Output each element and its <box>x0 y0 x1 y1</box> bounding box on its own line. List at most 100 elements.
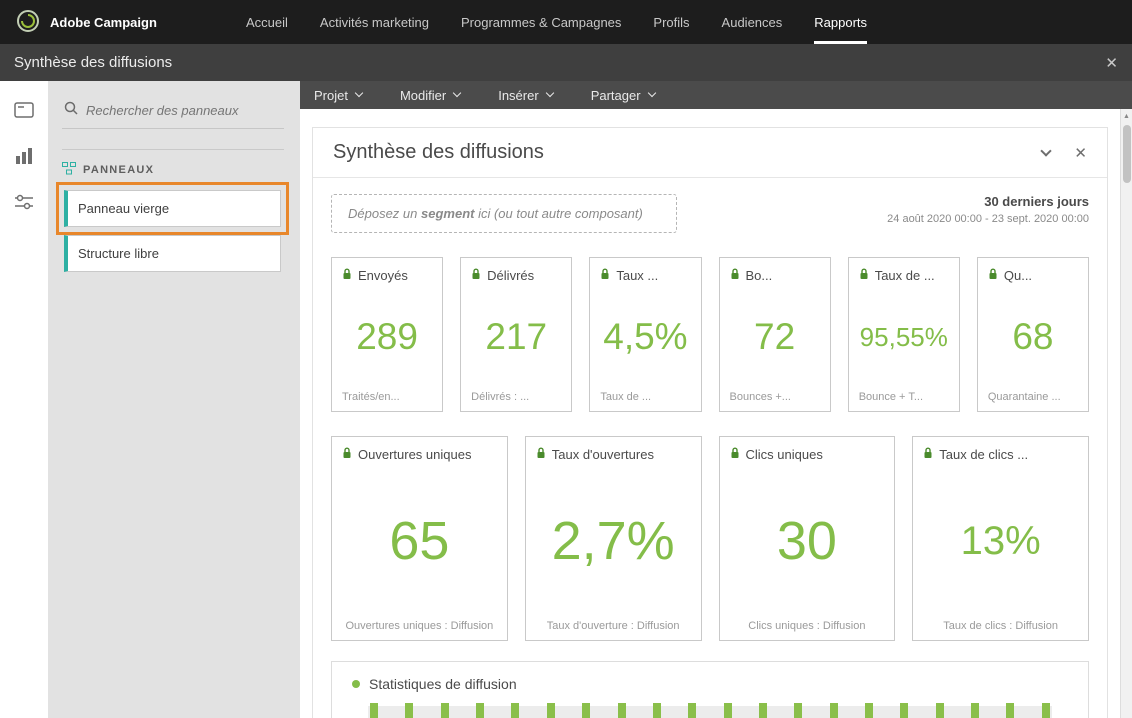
kpi-subtitle: Traités/en... <box>342 391 400 403</box>
adobe-campaign-logo-icon <box>16 9 40 36</box>
kpi-card[interactable]: Envoyés 289 Traités/en... <box>331 257 444 412</box>
search-panels-input[interactable] <box>86 103 271 118</box>
search-box <box>62 93 284 129</box>
period-selector[interactable]: 30 derniers jours 24 août 2020 00:00 - 2… <box>887 194 1089 225</box>
vertical-scrollbar[interactable]: ▲ <box>1120 109 1132 718</box>
lock-icon <box>730 268 740 283</box>
kpi-card[interactable]: Ouvertures uniques 65 Ouvertures uniques… <box>331 436 508 641</box>
kpi-value: 68 <box>1012 316 1054 357</box>
close-panel-icon[interactable]: ✕ <box>1074 144 1087 162</box>
chart-bar <box>440 703 449 718</box>
sidebar-item-label: Panneau vierge <box>78 201 170 216</box>
report-header-bar: Synthèse des diffusions ✕ <box>0 44 1132 81</box>
sidebar-item-panneau-vierge[interactable]: Panneau vierge <box>56 182 289 235</box>
kpi-card[interactable]: Taux de ... 95,55% Bounce + T... <box>847 257 960 412</box>
nav-item-audiences[interactable]: Audiences <box>722 0 783 44</box>
chevron-down-icon <box>545 88 554 98</box>
legend-dot-icon <box>352 680 360 688</box>
close-report-icon[interactable]: ✕ <box>1105 54 1118 72</box>
chart-bar <box>829 703 838 718</box>
brand-name: Adobe Campaign <box>50 14 157 30</box>
menu-inserer[interactable]: Insérer <box>498 88 554 103</box>
main-nav: Accueil Activités marketing Programmes &… <box>246 0 868 44</box>
chart-bar <box>546 703 555 718</box>
lock-icon <box>988 268 998 283</box>
chart-bar <box>1041 703 1050 718</box>
kpi-card[interactable]: Taux ... 4,5% Taux de ... <box>589 257 702 412</box>
panel-tab-icon[interactable] <box>13 101 35 119</box>
nav-item-accueil[interactable]: Accueil <box>246 0 288 44</box>
kpi-value: 65 <box>389 511 450 571</box>
collapse-panel-icon[interactable] <box>1040 144 1053 157</box>
kpi-card[interactable]: Bo... 72 Bounces +... <box>718 257 831 412</box>
lock-icon <box>923 447 933 462</box>
chart-tab-icon[interactable] <box>13 147 35 165</box>
kpi-value: 2,7% <box>551 511 675 571</box>
delivery-statistics-title: Statistiques de diffusion <box>369 676 517 692</box>
lock-icon <box>471 268 481 283</box>
chart-bar <box>652 703 661 718</box>
kpi-title: Taux d'ouvertures <box>551 447 654 462</box>
report-panel: Synthèse des diffusions ✕ Déposez un seg… <box>312 127 1108 718</box>
lock-icon <box>859 268 869 283</box>
delivery-statistics-section[interactable]: Statistiques de diffusion <box>331 661 1089 718</box>
kpi-title: Clics uniques <box>745 447 823 462</box>
nav-item-activites-marketing[interactable]: Activités marketing <box>320 0 429 44</box>
editor-toolbar: Projet Modifier Insérer Partager <box>300 81 1132 109</box>
search-icon <box>64 101 78 120</box>
nav-item-rapports[interactable]: Rapports <box>814 0 868 44</box>
chart-bar <box>511 703 520 718</box>
nav-item-programmes-campagnes[interactable]: Programmes & Campagnes <box>461 0 621 44</box>
top-navigation: Adobe Campaign Accueil Activités marketi… <box>0 0 1132 44</box>
sidebar-item-label: Structure libre <box>78 246 159 261</box>
kpi-value: 95,55% <box>859 321 948 352</box>
kpi-card[interactable]: Clics uniques 30 Clics uniques : Diffusi… <box>718 436 896 641</box>
scroll-up-icon[interactable]: ▲ <box>1123 113 1130 120</box>
kpi-card[interactable]: Taux d'ouvertures 2,7% Taux d'ouverture … <box>524 436 702 641</box>
brand: Adobe Campaign <box>0 0 220 44</box>
lock-icon <box>600 268 610 283</box>
chart-bar <box>758 703 767 718</box>
menu-label: Projet <box>314 87 348 103</box>
report-title: Synthèse des diffusions <box>333 141 544 163</box>
segment-dropzone[interactable]: Déposez un segment ici (ou tout autre co… <box>331 194 677 233</box>
kpi-card[interactable]: Taux de clics ... 13% Taux de clics : Di… <box>912 436 1089 641</box>
nav-item-profils[interactable]: Profils <box>653 0 689 44</box>
kpi-value: 30 <box>776 511 837 571</box>
chart-bar <box>617 703 626 718</box>
dropzone-text: ici (ou tout autre composant) <box>474 206 643 221</box>
lock-icon <box>536 447 546 462</box>
menu-modifier[interactable]: Modifier <box>400 88 462 103</box>
chevron-down-icon <box>354 88 364 98</box>
sidebar-item-structure-libre[interactable]: Structure libre <box>64 235 281 272</box>
kpi-card[interactable]: Délivrés 217 Délivrés : ... <box>460 257 573 412</box>
kpi-title: Taux ... <box>616 268 659 283</box>
kpi-subtitle: Taux d'ouverture : Diffusion <box>546 620 680 632</box>
chart-bar <box>405 703 414 718</box>
kpi-subtitle: Quarantaine ... <box>987 391 1061 403</box>
kpi-subtitle: Clics uniques : Diffusion <box>748 620 866 632</box>
kpi-title: Qu... <box>1003 268 1033 283</box>
settings-sliders-icon[interactable] <box>13 193 35 211</box>
menu-projet[interactable]: Projet <box>314 87 364 103</box>
chart-bar <box>1006 703 1015 718</box>
kpi-title: Taux de ... <box>874 268 935 283</box>
kpi-subtitle: Bounces +... <box>729 391 791 403</box>
kpi-value: 217 <box>485 316 548 357</box>
kpi-value: 289 <box>356 316 418 357</box>
lock-icon <box>730 447 740 462</box>
panels-section-title: PANNEAUX <box>83 164 155 176</box>
kpi-card[interactable]: Qu... 68 Quarantaine ... <box>976 257 1090 412</box>
kpi-title: Taux de clics ... <box>939 447 1029 462</box>
panels-sidebar: PANNEAUX Panneau vierge Structure libre <box>48 81 300 718</box>
period-range: 24 août 2020 00:00 - 23 sept. 2020 00:00 <box>887 213 1089 225</box>
dropzone-emphasis: segment <box>421 206 475 221</box>
chevron-down-icon <box>452 88 462 98</box>
kpi-value: 72 <box>754 316 796 357</box>
chart-bar <box>370 703 378 718</box>
menu-partager[interactable]: Partager <box>591 88 656 103</box>
kpi-row-1: Envoyés 289 Traités/en... Délivrés 217 D… <box>331 257 1090 412</box>
scrollbar-thumb[interactable] <box>1122 125 1131 183</box>
kpi-subtitle: Taux de clics : Diffusion <box>943 620 1058 632</box>
kpi-row-2: Ouvertures uniques 65 Ouvertures uniques… <box>331 436 1089 641</box>
